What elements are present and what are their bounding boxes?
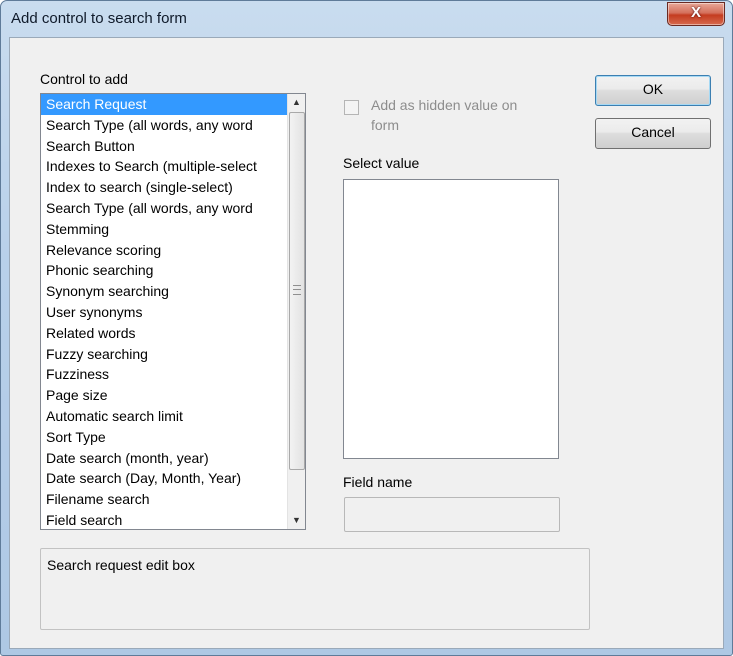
select-value-listbox[interactable] (343, 179, 559, 459)
close-button[interactable]: X (667, 2, 725, 26)
hidden-value-label-line2: form (371, 117, 399, 133)
scroll-up-arrow-icon[interactable]: ▲ (288, 94, 305, 111)
ok-button[interactable]: OK (595, 75, 711, 106)
list-item[interactable]: Related words (41, 323, 288, 344)
description-box: Search request edit box (40, 548, 590, 630)
hidden-value-label-line1: Add as hidden value on (371, 97, 518, 113)
control-list-label: Control to add (40, 71, 128, 87)
list-item[interactable]: User synonyms (41, 302, 288, 323)
list-item[interactable]: Search Type (all words, any word (41, 115, 288, 136)
field-name-label: Field name (343, 474, 413, 490)
close-icon: X (690, 4, 701, 21)
list-item[interactable]: Search Button (41, 136, 288, 157)
select-value-label: Select value (343, 155, 420, 171)
description-text: Search request edit box (47, 557, 195, 573)
list-item[interactable]: Date search (month, year) (41, 448, 288, 469)
scroll-grip-icon (293, 285, 301, 295)
dialog-window: Add control to search form X Control to … (0, 0, 733, 656)
list-item[interactable]: Fuzziness (41, 364, 288, 385)
list-item[interactable]: Search Type (all words, any word (41, 198, 288, 219)
control-list-items: Search Request Search Type (all words, an… (41, 94, 288, 529)
list-item[interactable]: Page size (41, 385, 288, 406)
list-item[interactable]: Date search (Day, Month, Year) (41, 468, 288, 489)
dialog-client-area: Control to add Search Request Search Type… (9, 37, 724, 649)
list-item[interactable]: Field search (41, 510, 288, 529)
list-item[interactable]: Fuzzy searching (41, 344, 288, 365)
title-bar[interactable]: Add control to search form X (1, 1, 732, 37)
list-item[interactable]: Relevance scoring (41, 240, 288, 261)
cancel-button[interactable]: Cancel (595, 118, 711, 149)
listbox-scrollbar[interactable]: ▲ ▼ (287, 94, 305, 529)
list-item[interactable]: Sort Type (41, 427, 288, 448)
list-item[interactable]: Synonym searching (41, 281, 288, 302)
list-item[interactable]: Search Request (41, 94, 288, 115)
list-item[interactable]: Automatic search limit (41, 406, 288, 427)
control-listbox[interactable]: Search Request Search Type (all words, an… (40, 93, 306, 530)
hidden-value-checkbox[interactable] (344, 100, 359, 115)
list-item[interactable]: Index to search (single-select) (41, 177, 288, 198)
window-title: Add control to search form (11, 10, 187, 27)
list-item[interactable]: Filename search (41, 489, 288, 510)
list-item[interactable]: Stemming (41, 219, 288, 240)
field-name-input[interactable] (344, 497, 560, 532)
scroll-thumb[interactable] (289, 112, 305, 470)
list-item[interactable]: Indexes to Search (multiple-select (41, 156, 288, 177)
scroll-down-arrow-icon[interactable]: ▼ (288, 512, 305, 529)
list-item[interactable]: Phonic searching (41, 260, 288, 281)
